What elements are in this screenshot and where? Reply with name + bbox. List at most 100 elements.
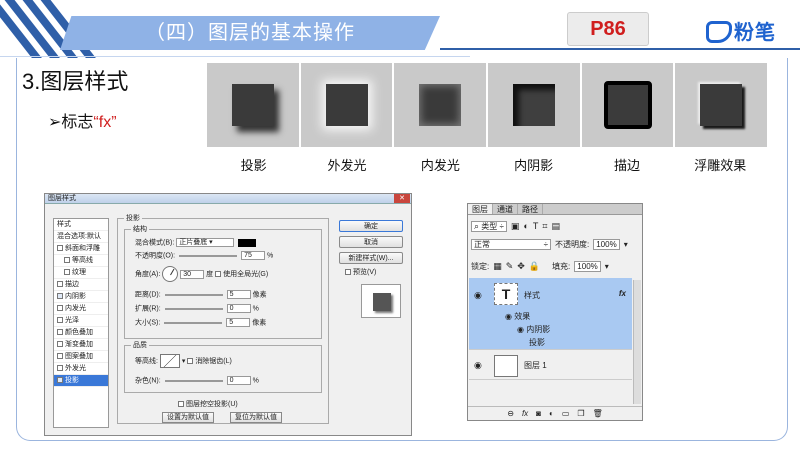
preview-checkbox[interactable] [345,269,351,276]
mask-icon[interactable]: ◙ [536,409,541,418]
style-list-item[interactable]: 内发光 [54,303,108,315]
chevron-down-icon[interactable]: ▾ [605,262,609,271]
inner-shadow-eye-icon[interactable]: ◉ [517,325,526,334]
new-style-button[interactable]: 新建样式(W)... [339,252,403,264]
antialias-checkbox[interactable] [187,358,194,365]
layer-blend-select[interactable]: 正常 ÷ [471,238,551,250]
layer1-thumbnail [494,355,518,377]
lock-paint-icon[interactable]: ✎ [506,261,514,272]
spread-slider[interactable] [164,307,223,310]
style-checkbox[interactable] [57,365,63,372]
lock-icon[interactable]: 🔒 [529,261,540,272]
style-list-item[interactable]: 图案叠加 [54,351,108,363]
effects-labels: 投影 外发光 内发光 内阴影 描边 浮雕效果 [207,155,767,174]
distance-slider[interactable] [164,293,223,296]
layers-scrollbar[interactable] [633,280,641,404]
filter-smart-icon[interactable]: ▤ [551,221,560,232]
style-list-item[interactable]: 描边 [54,279,108,291]
chevron-down-icon[interactable]: ▾ [624,240,628,249]
style-list-item[interactable]: 内阴影 [54,291,108,303]
set-default-button[interactable]: 设置为默认值 [162,412,214,423]
folder-icon[interactable]: ▭ [562,409,570,418]
knockout-row: 图层挖空投影(U) [178,400,238,410]
style-list-item[interactable]: 纹理 [54,267,108,279]
fx-icon[interactable]: fx [522,409,528,418]
effect-inner-glow-sample [394,63,487,147]
knockout-checkbox[interactable] [178,401,184,408]
global-light-label: 使用全局光(G) [223,271,269,278]
style-list-item[interactable]: 外发光 [54,363,108,375]
size-input[interactable]: 5 [226,318,251,327]
blend-row: 正常 ÷ 不透明度: 100% ▾ [471,237,639,251]
effects-eye-icon[interactable]: ◉ [505,312,514,321]
close-icon[interactable]: ✕ [394,194,410,203]
opacity-input[interactable]: 75 [241,251,266,260]
structure-group: 结构 混合模式(B): 正片叠底 ▾ 不透明度(O): 75 % 角度(A): 3… [124,224,322,339]
layer-opacity-label: 不透明度: [555,239,590,249]
shadow-color-swatch[interactable] [238,238,257,247]
fx-icon[interactable]: fx [619,289,626,298]
spread-input[interactable]: 0 [226,304,251,313]
style-checkbox[interactable] [57,317,63,324]
tab-channels[interactable]: 通道 [493,204,518,214]
style-checkbox[interactable] [57,329,63,336]
fill-input[interactable]: 100% [574,260,601,272]
style-checkbox[interactable] [64,257,70,264]
reset-default-button[interactable]: 复位为默认值 [230,412,282,423]
lock-transparent-icon[interactable]: ▦ [493,261,502,272]
effect-inner-shadow-sample [488,63,580,147]
noise-slider[interactable] [164,379,223,382]
filter-adjust-icon[interactable]: ◐ [523,221,528,231]
style-checkbox[interactable] [57,281,63,288]
layer-row-layer1[interactable]: ◉ 图层 1 [469,352,632,380]
fill-label: 填充: [552,261,571,271]
style-list-item[interactable]: 颜色叠加 [54,327,108,339]
new-layer-icon[interactable]: ❐ [577,409,584,418]
tab-layers[interactable]: 图层 [468,204,493,214]
layer-row-text[interactable]: ◉ T 样式 fx ◉ 效果 ◉ 内阴影 投影 [469,278,632,350]
visibility-eye-icon[interactable]: ◉ [474,360,482,371]
angle-dial-icon[interactable] [162,266,179,283]
filter-type-icon[interactable]: T [533,221,539,231]
contour-picker[interactable] [159,354,180,369]
link-icon[interactable]: ⊖ [507,409,514,418]
bullet-text: ➢标志 [48,114,94,131]
style-checkbox[interactable] [57,377,63,384]
visibility-eye-icon[interactable]: ◉ [474,290,482,301]
cancel-button[interactable]: 取消 [339,236,403,248]
tab-paths[interactable]: 路径 [518,204,543,214]
adjustment-icon[interactable]: ◐ [549,409,554,418]
filter-pixel-icon[interactable]: ▣ [511,221,520,232]
angle-input[interactable]: 30 [180,269,205,279]
style-list-item[interactable]: 斜面和浮雕 [54,243,108,255]
style-list-item[interactable]: 样式 [54,219,108,231]
kind-filter-select[interactable]: ⌕ 类型 ÷ [471,220,507,232]
global-light-checkbox[interactable] [215,271,222,278]
filter-shape-icon[interactable]: ⌗ [542,221,547,232]
style-checkbox[interactable] [64,269,70,276]
layer-opacity-input[interactable]: 100% [593,238,620,250]
effect-label-outer-glow: 外发光 [327,158,367,173]
style-checkbox[interactable] [57,293,63,300]
style-checkbox[interactable] [57,245,63,252]
style-checkbox[interactable] [57,353,63,360]
style-list-item[interactable]: 光泽 [54,315,108,327]
brand-logo: 粉笔 [706,16,776,44]
style-list-item[interactable]: 混合选项:默认 [54,231,108,243]
opacity-slider[interactable] [179,254,238,257]
noise-input[interactable]: 0 [226,376,251,385]
style-list-item[interactable]: 等高线 [54,255,108,267]
logo-text: 粉笔 [734,22,776,44]
style-list-item[interactable]: 投影 [54,375,108,387]
lock-move-icon[interactable]: ✥ [517,261,525,272]
style-checkbox[interactable] [57,305,63,312]
ok-button[interactable]: 确定 [339,220,403,232]
style-checkbox[interactable] [57,341,63,348]
quality-group: 品质 等高线: ▾ 消除锯齿(L) 杂色(N): 0 % [124,340,322,393]
trash-icon[interactable]: 🗑 [593,409,603,418]
distance-input[interactable]: 5 [226,290,251,299]
blend-mode-select[interactable]: 正片叠底 ▾ [176,238,235,247]
style-list-item[interactable]: 渐变叠加 [54,339,108,351]
layers-panel: 图层 通道 路径 ⌕ 类型 ÷ ▣ ◐ T ⌗ ▤ 正常 ÷ 不透明度: 100% ▾ 锁… [467,203,643,421]
size-slider[interactable] [164,321,223,324]
